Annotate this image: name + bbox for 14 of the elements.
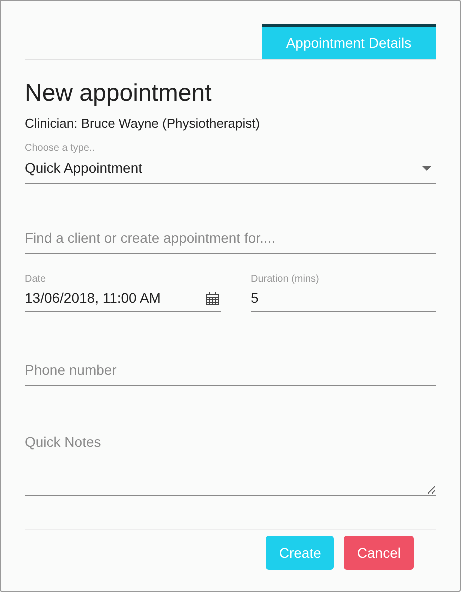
notes-field[interactable]: Quick Notes (25, 434, 436, 496)
calendar-icon (206, 292, 219, 304)
date-field[interactable]: 13/06/2018, 11:00 AM (25, 290, 221, 312)
field-label: Date (25, 274, 48, 286)
field-label: Choose a type.. (25, 143, 96, 155)
dialog-title: New appointment (25, 80, 213, 108)
duration-field[interactable]: 5 (251, 290, 436, 312)
client-search-field[interactable]: Find a client or create appointment for.... (25, 230, 436, 254)
field-label: Duration (mins) (251, 274, 320, 286)
type-select[interactable]: Choose a type.. Quick Appointment (25, 143, 436, 184)
select-value: Quick Appointment (25, 160, 143, 176)
clinician-text: Clinician: Bruce Wayne (Physiotherapist) (25, 116, 262, 131)
dropdown-caret-icon (422, 166, 432, 170)
phone-field[interactable]: Phone number (25, 362, 436, 386)
